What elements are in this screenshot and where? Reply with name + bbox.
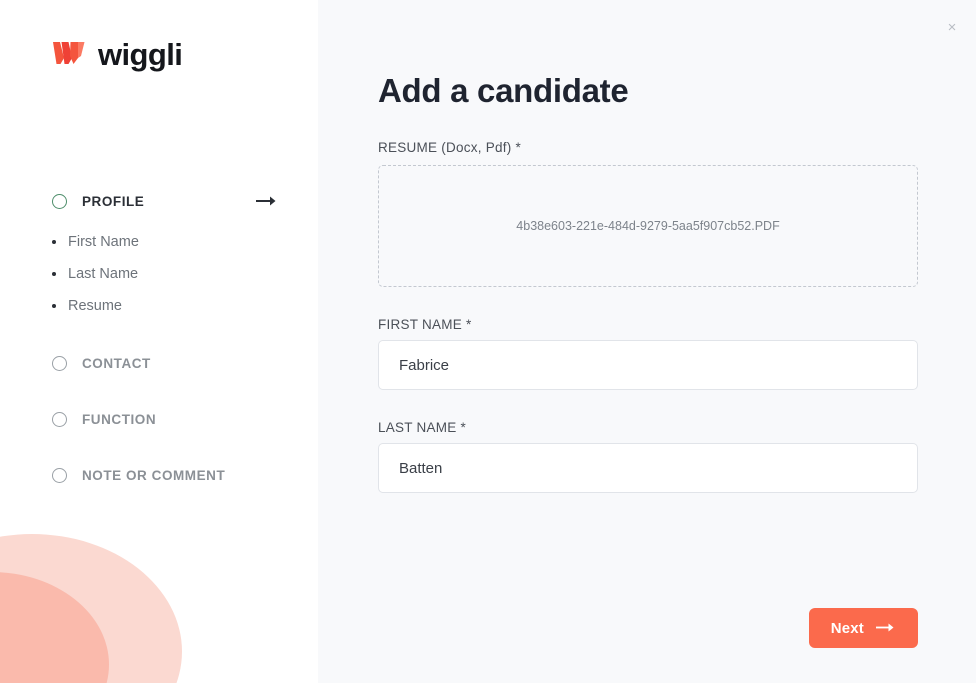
- step-navigation: PROFILE First Name Last Name Resume CONT…: [0, 186, 318, 516]
- list-item: First Name: [52, 226, 318, 258]
- field-last-name: LAST NAME *: [378, 420, 918, 493]
- brand-logo[interactable]: wiggli: [52, 37, 183, 72]
- decorative-blob-light: [0, 534, 182, 683]
- sidebar-step-profile[interactable]: PROFILE: [0, 186, 318, 216]
- step-block-note-or-comment: NOTE OR COMMENT: [0, 460, 318, 490]
- page-title: Add a candidate: [378, 72, 629, 109]
- brand-name: wiggli: [98, 37, 183, 72]
- last-name-input[interactable]: [378, 443, 918, 493]
- arrow-right-icon: [876, 620, 896, 637]
- step-block-function: FUNCTION: [0, 404, 318, 434]
- step-block-contact: CONTACT: [0, 348, 318, 378]
- profile-subfield-list: First Name Last Name Resume: [0, 226, 318, 322]
- sidebar-step-function[interactable]: FUNCTION: [0, 404, 318, 434]
- decorative-blob-dark: [0, 572, 109, 683]
- last-name-label: LAST NAME *: [378, 420, 467, 435]
- form-actions: Next: [808, 608, 918, 648]
- step-status-circle-icon: [52, 355, 67, 371]
- first-name-input[interactable]: [378, 340, 918, 390]
- list-item: Last Name: [52, 258, 318, 290]
- form-content: Add a candidate RESUME (Docx, Pdf) * 4b3…: [378, 0, 918, 493]
- close-icon[interactable]: ×: [941, 16, 963, 38]
- resume-dropzone[interactable]: 4b38e603-221e-484d-9279-5aa5f907cb52.PDF: [378, 165, 918, 287]
- main-panel: × Add a candidate RESUME (Docx, Pdf) * 4…: [318, 0, 976, 683]
- field-resume: RESUME (Docx, Pdf) * 4b38e603-221e-484d-…: [378, 140, 918, 287]
- next-button-label: Next: [830, 619, 864, 637]
- sidebar-step-label: PROFILE: [82, 193, 145, 209]
- step-status-circle-icon: [52, 411, 67, 427]
- sidebar-step-label: CONTACT: [82, 355, 151, 371]
- resume-label: RESUME (Docx, Pdf) *: [378, 140, 522, 155]
- next-button[interactable]: Next: [808, 608, 918, 648]
- sidebar: wiggli PROFILE First Name Last Name Resu…: [0, 0, 318, 683]
- wiggli-w-mark-icon: [52, 38, 86, 71]
- field-first-name: FIRST NAME *: [378, 317, 918, 390]
- sidebar-step-note-or-comment[interactable]: NOTE OR COMMENT: [0, 460, 318, 490]
- sidebar-step-contact[interactable]: CONTACT: [0, 348, 318, 378]
- list-item: Resume: [52, 290, 318, 322]
- first-name-label: FIRST NAME *: [378, 317, 472, 332]
- uploaded-filename: 4b38e603-221e-484d-9279-5aa5f907cb52.PDF: [516, 219, 780, 233]
- step-block-profile: PROFILE First Name Last Name Resume: [0, 186, 318, 322]
- add-candidate-modal: wiggli PROFILE First Name Last Name Resu…: [0, 0, 976, 683]
- sidebar-step-label: FUNCTION: [82, 411, 157, 427]
- step-status-circle-icon: [52, 467, 67, 483]
- arrow-right-icon: [256, 195, 278, 207]
- sidebar-step-label: NOTE OR COMMENT: [82, 467, 226, 483]
- step-status-circle-icon: [52, 193, 67, 209]
